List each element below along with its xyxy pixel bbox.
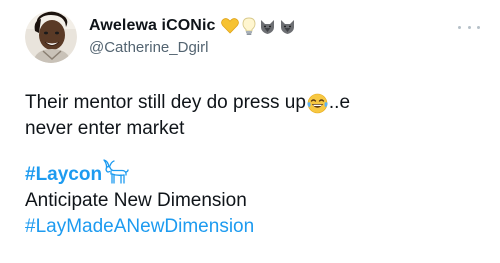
display-name[interactable]: Awelewa iCONic: [89, 16, 216, 36]
name-row: Awelewa iCONic: [89, 15, 296, 37]
tweet-text-segment: ..e: [328, 92, 351, 113]
tweet-text-segment: Their mentor still dey do press up: [25, 92, 306, 113]
tweet-header: Awelewa iCONic @Catherine_Dgirl: [89, 15, 296, 57]
wolf-icon: [259, 18, 276, 35]
avatar[interactable]: [25, 11, 77, 63]
name-badges: [220, 17, 296, 36]
tweet-card: Awelewa iCONic @Catherine_Dgirl Their me…: [0, 0, 500, 263]
goat-emoji-icon: [102, 158, 129, 188]
tears-of-joy-emoji-icon: [306, 93, 329, 114]
tweet-line-1: Their mentor still dey do press up ..e: [25, 90, 485, 116]
light-bulb-icon: [242, 17, 256, 36]
more-dot: [458, 25, 461, 29]
user-handle[interactable]: @Catherine_Dgirl: [89, 38, 296, 57]
tweet-line-2: never enter market: [25, 118, 185, 139]
tweet-text: Their mentor still dey do press up ..e n…: [25, 90, 485, 240]
more-dot: [467, 25, 471, 29]
yellow-heart-icon: [220, 18, 239, 34]
hashtag-row: #Laycon: [25, 158, 485, 188]
hashtag-laymadeanewdimension[interactable]: #LayMadeANewDimension: [25, 214, 485, 240]
more-dot: [477, 25, 480, 29]
hashtag-laycon[interactable]: #Laycon: [25, 162, 102, 188]
more-options-icon[interactable]: [458, 20, 480, 34]
wolf-icon: [279, 18, 296, 35]
tweet-line-4: Anticipate New Dimension: [25, 190, 247, 211]
